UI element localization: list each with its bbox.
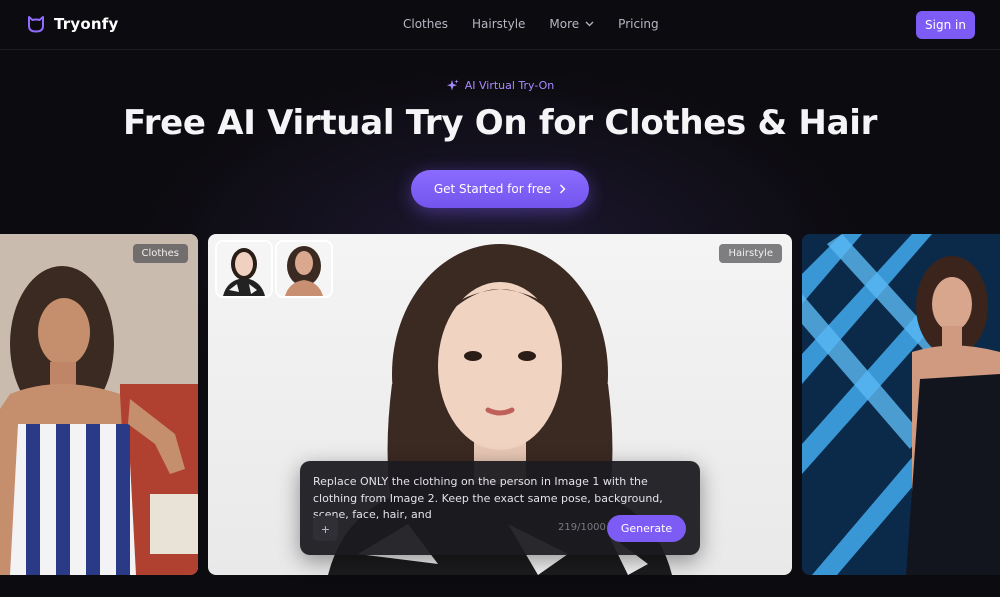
outfit-model-photo <box>802 234 1000 575</box>
clothes-example-card[interactable]: Clothes <box>0 234 198 575</box>
reference-image-2[interactable] <box>277 242 331 296</box>
sparkle-icon <box>446 79 459 91</box>
brand-name: Tryonfy <box>54 15 119 33</box>
nav-link-more[interactable]: More <box>549 17 594 31</box>
nav-link-clothes[interactable]: Clothes <box>403 17 448 31</box>
brand-logo[interactable]: Tryonfy <box>26 14 118 34</box>
hero-title: Free AI Virtual Try On for Clothes & Hai… <box>122 103 878 143</box>
clothes-badge: Clothes <box>132 244 188 263</box>
chevron-right-icon <box>560 184 566 194</box>
character-counter: 219/1000 <box>558 522 606 533</box>
hero-tag: AI Virtual Try-On <box>0 79 1000 92</box>
chevron-down-icon <box>585 21 594 27</box>
nav-link-more-label: More <box>549 17 580 31</box>
reference-image-1[interactable] <box>217 242 271 296</box>
nav-link-pricing[interactable]: Pricing <box>618 17 658 31</box>
reference-photo-2 <box>277 242 331 296</box>
get-started-label: Get Started for free <box>433 182 552 196</box>
nav-links: Clothes Hairstyle More Pricing <box>403 17 659 31</box>
cat-logo-icon <box>28 16 44 33</box>
clothes-model-photo <box>0 234 198 575</box>
add-image-button[interactable]: + <box>313 516 338 541</box>
get-started-button[interactable]: Get Started for free <box>411 170 589 208</box>
hero-tag-label: AI Virtual Try-On <box>464 79 555 92</box>
outfit-example-card[interactable] <box>802 234 1000 575</box>
hairstyle-badge: Hairstyle <box>719 244 782 263</box>
sign-in-button[interactable]: Sign in <box>916 11 975 39</box>
reference-photo-1 <box>217 242 271 296</box>
generate-button[interactable]: Generate <box>607 515 686 542</box>
reference-thumbnails <box>217 242 331 296</box>
top-navbar: Tryonfy Clothes Hairstyle More Pricing S… <box>0 0 1000 50</box>
nav-link-hairstyle[interactable]: Hairstyle <box>472 17 525 31</box>
